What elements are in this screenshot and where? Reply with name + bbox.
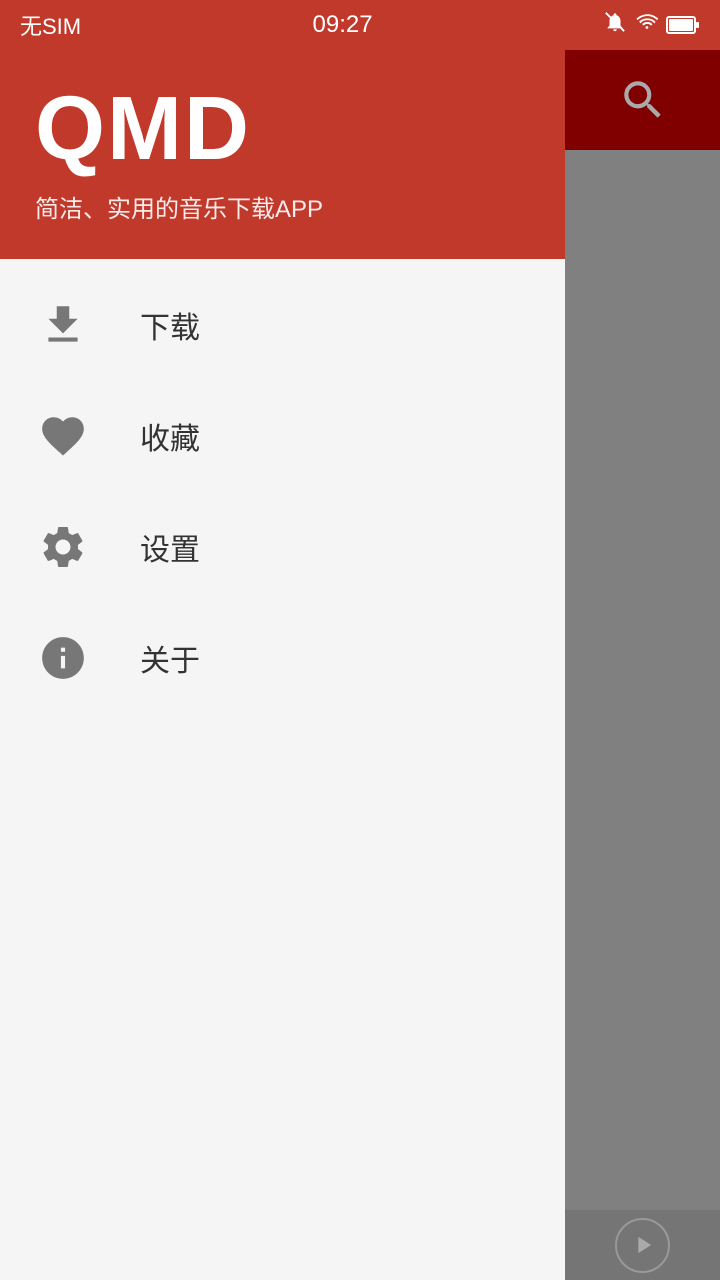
sidebar-item-download[interactable]: 下载 (0, 269, 565, 380)
status-icons (604, 11, 700, 39)
battery-icon (666, 16, 700, 34)
sidebar-item-favorites[interactable]: 收藏 (0, 380, 565, 491)
main-layout: QMD 简洁、实用的音乐下载APP 下载 (0, 50, 720, 1280)
download-icon (35, 297, 90, 352)
sidebar: QMD 简洁、实用的音乐下载APP 下载 (0, 50, 565, 1280)
play-button-container (565, 1210, 720, 1280)
main-content (565, 150, 720, 1280)
search-button[interactable] (618, 75, 668, 125)
play-button[interactable] (615, 1218, 670, 1273)
favorites-label: 收藏 (140, 414, 200, 458)
main-toolbar (565, 50, 720, 150)
sidebar-item-about[interactable]: 关于 (0, 602, 565, 713)
app-title: QMD (35, 80, 530, 179)
download-label: 下载 (140, 303, 200, 347)
gear-icon (35, 519, 90, 574)
settings-label: 设置 (140, 525, 200, 569)
time-label: 09:27 (313, 11, 373, 39)
main-panel (565, 50, 720, 1280)
sidebar-menu: 下载 收藏 设置 (0, 259, 565, 1280)
wifi-icon (634, 11, 658, 39)
app-subtitle: 简洁、实用的音乐下载APP (35, 189, 530, 224)
sidebar-header: QMD 简洁、实用的音乐下载APP (0, 50, 565, 259)
notification-bell-icon (604, 11, 626, 39)
heart-icon (35, 408, 90, 463)
info-icon (35, 630, 90, 685)
carrier-label: 无SIM (20, 9, 81, 41)
sidebar-item-settings[interactable]: 设置 (0, 491, 565, 602)
about-label: 关于 (140, 636, 200, 680)
status-bar: 无SIM 09:27 (0, 0, 720, 50)
